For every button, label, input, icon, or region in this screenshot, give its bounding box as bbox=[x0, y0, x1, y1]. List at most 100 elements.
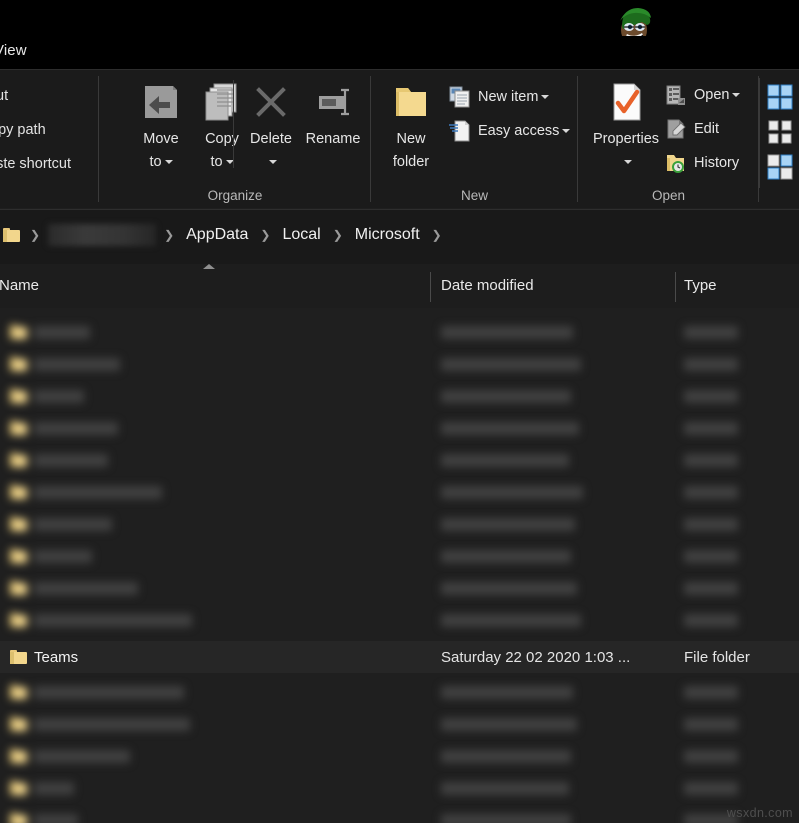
breadcrumb-item-user-redacted[interactable] bbox=[48, 224, 157, 246]
edit-icon bbox=[667, 119, 686, 139]
file-name-redacted bbox=[34, 717, 190, 731]
file-date-modified-redacted bbox=[441, 357, 581, 371]
file-type-redacted bbox=[684, 581, 738, 595]
column-header-row: Name Date modified Type bbox=[0, 264, 799, 308]
chevron-down-icon[interactable] bbox=[164, 160, 173, 165]
table-row[interactable] bbox=[0, 772, 799, 804]
new-item-label: New item bbox=[478, 89, 539, 105]
table-row[interactable] bbox=[0, 676, 799, 708]
table-row[interactable] bbox=[0, 508, 799, 540]
table-row[interactable] bbox=[0, 804, 799, 823]
folder-icon bbox=[10, 389, 27, 403]
file-type-redacted bbox=[684, 749, 738, 763]
breadcrumb-chevron-icon[interactable]: ❯ bbox=[252, 228, 278, 242]
select-all-button[interactable] bbox=[767, 82, 793, 112]
breadcrumb-chevron-icon[interactable]: ❯ bbox=[424, 228, 450, 242]
edit-button[interactable]: Edit bbox=[665, 114, 719, 144]
new-item-icon bbox=[449, 86, 470, 108]
folder-icon bbox=[10, 581, 27, 595]
delete-label: Delete bbox=[250, 131, 292, 147]
file-name-redacted bbox=[34, 749, 130, 763]
chevron-down-icon[interactable] bbox=[562, 129, 571, 133]
breadcrumb-item-local[interactable]: Local bbox=[278, 224, 324, 246]
new-item-button[interactable]: New item bbox=[449, 82, 550, 112]
column-divider[interactable] bbox=[675, 272, 676, 302]
chevron-down-icon[interactable] bbox=[732, 93, 741, 97]
file-name-redacted bbox=[34, 357, 120, 371]
paste-shortcut-button[interactable]: aste shortcut bbox=[0, 156, 71, 172]
file-date-modified-redacted bbox=[441, 581, 577, 595]
easy-access-icon bbox=[449, 120, 470, 142]
folder-icon bbox=[10, 517, 27, 531]
chevron-down-icon[interactable] bbox=[268, 160, 277, 165]
cut-button[interactable]: ut bbox=[0, 88, 8, 104]
table-row[interactable] bbox=[0, 572, 799, 604]
file-date-modified-redacted bbox=[441, 781, 569, 795]
table-row[interactable] bbox=[0, 444, 799, 476]
copy-path-button[interactable]: opy path bbox=[0, 122, 46, 138]
file-name-redacted bbox=[34, 581, 138, 595]
ribbon-group-organize: Move to Copy to Delete Rename Organize bbox=[99, 70, 371, 209]
breadcrumb-chevron-icon[interactable]: ❯ bbox=[325, 228, 351, 242]
column-divider[interactable] bbox=[430, 272, 431, 302]
table-row[interactable] bbox=[0, 348, 799, 380]
edit-label: Edit bbox=[694, 121, 719, 137]
table-row[interactable] bbox=[0, 740, 799, 772]
folder-icon bbox=[10, 685, 27, 699]
invert-selection-icon bbox=[767, 154, 793, 180]
open-label: Open bbox=[694, 87, 730, 103]
breadcrumb-item-appdata[interactable]: AppData bbox=[182, 224, 252, 246]
table-row[interactable] bbox=[0, 604, 799, 636]
file-name-redacted bbox=[34, 813, 78, 823]
breadcrumb-root-folder-icon[interactable] bbox=[0, 228, 22, 242]
table-row[interactable] bbox=[0, 380, 799, 412]
rename-label: Rename bbox=[305, 131, 361, 147]
chevron-down-icon[interactable] bbox=[541, 95, 550, 99]
folder-icon bbox=[10, 453, 27, 467]
properties-button[interactable]: Properties bbox=[590, 78, 662, 182]
breadcrumb-chevron-icon[interactable]: ❯ bbox=[22, 228, 48, 242]
file-date-modified-redacted bbox=[441, 517, 575, 531]
delete-x-icon bbox=[256, 87, 286, 117]
select-none-button[interactable] bbox=[767, 117, 793, 147]
breadcrumb-chevron-icon[interactable]: ❯ bbox=[156, 228, 182, 242]
ribbon-tab-strip: View bbox=[0, 36, 799, 69]
file-date-modified-redacted bbox=[441, 421, 579, 435]
open-button[interactable]: Open bbox=[665, 80, 741, 110]
rename-button[interactable]: Rename bbox=[297, 78, 369, 182]
column-header-name[interactable]: Name bbox=[0, 277, 39, 294]
folder-icon bbox=[10, 781, 27, 795]
file-name-redacted bbox=[34, 613, 192, 627]
folder-icon bbox=[10, 357, 27, 371]
easy-access-button[interactable]: Easy access bbox=[449, 116, 571, 146]
table-row[interactable] bbox=[0, 476, 799, 508]
table-row[interactable] bbox=[0, 316, 799, 348]
file-list[interactable]: Teams Saturday 22 02 2020 1:03 ... File … bbox=[0, 308, 799, 823]
table-row[interactable] bbox=[0, 708, 799, 740]
folder-icon bbox=[10, 650, 27, 664]
breadcrumb: ❯ ❯ AppData ❯ Local ❯ Microsoft ❯ bbox=[0, 224, 450, 246]
history-label: History bbox=[694, 155, 740, 171]
properties-label: Properties bbox=[592, 131, 660, 147]
file-name-redacted bbox=[34, 325, 90, 339]
folder-icon bbox=[10, 485, 27, 499]
new-folder-button[interactable]: New folder bbox=[375, 78, 447, 182]
folder-icon bbox=[10, 717, 27, 731]
file-name-redacted bbox=[34, 485, 162, 499]
file-type-redacted bbox=[684, 549, 738, 563]
file-type-redacted bbox=[684, 421, 738, 435]
file-type-redacted bbox=[684, 517, 738, 531]
table-row[interactable]: Teams Saturday 22 02 2020 1:03 ... File … bbox=[0, 641, 799, 673]
tab-view[interactable]: View bbox=[0, 42, 27, 59]
column-header-type[interactable]: Type bbox=[684, 277, 717, 294]
table-row[interactable] bbox=[0, 412, 799, 444]
column-header-date-modified[interactable]: Date modified bbox=[441, 277, 534, 294]
invert-selection-button[interactable] bbox=[767, 152, 793, 182]
file-type-redacted bbox=[684, 613, 738, 627]
table-row[interactable] bbox=[0, 540, 799, 572]
title-bar bbox=[0, 0, 799, 49]
breadcrumb-item-microsoft[interactable]: Microsoft bbox=[351, 224, 424, 246]
history-button[interactable]: History bbox=[665, 148, 739, 178]
file-type: File folder bbox=[684, 648, 750, 666]
chevron-down-icon[interactable] bbox=[623, 160, 632, 165]
